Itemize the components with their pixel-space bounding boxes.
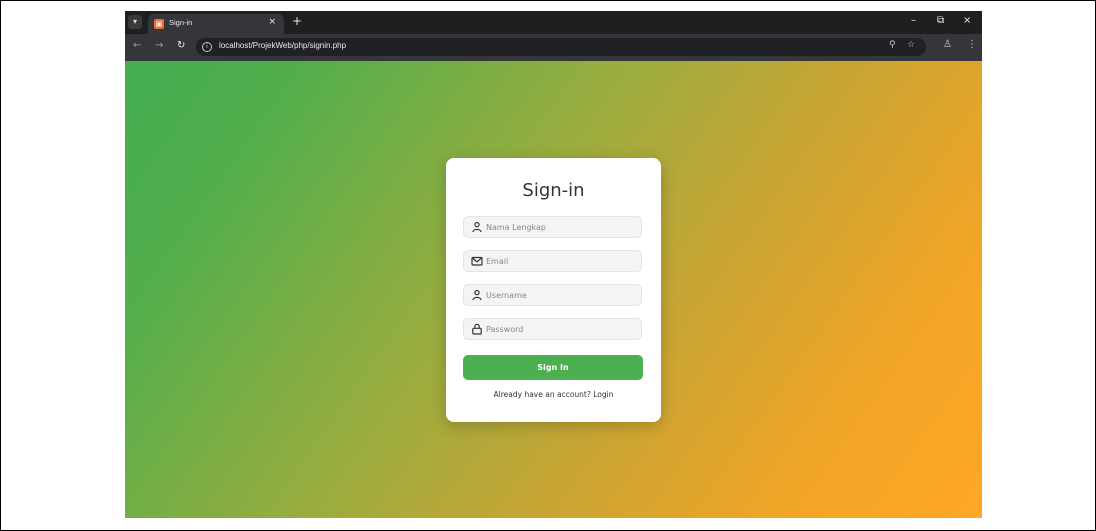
- password-input[interactable]: [486, 321, 636, 337]
- full-name-input[interactable]: [486, 219, 636, 235]
- url-text[interactable]: localhost/ProjekWeb/php/signin.php: [219, 41, 346, 50]
- page-title: Sign-in: [522, 180, 585, 201]
- signin-card: Sign-in Nama Lengkap Email Username Sign…: [446, 158, 661, 422]
- menu-icon[interactable]: ⋮: [967, 39, 977, 50]
- email-field[interactable]: [463, 250, 642, 272]
- screenshot-frame: ▾ ▣ Sign-in × + – ⧉ × ← → ↻ i localhost/…: [0, 0, 1096, 531]
- page-background: Sign-in Nama Lengkap Email Username Sign…: [125, 61, 982, 518]
- user-icon: [472, 289, 482, 301]
- close-window-icon[interactable]: ×: [963, 15, 971, 26]
- login-prompt-text: Already have an account?: [493, 390, 594, 399]
- close-icon[interactable]: ×: [268, 17, 276, 27]
- email-input[interactable]: [486, 253, 636, 269]
- browser-window: ▾ ▣ Sign-in × + – ⧉ × ← → ↻ i localhost/…: [125, 11, 982, 518]
- zoom-icon[interactable]: ⚲: [889, 40, 896, 50]
- favicon: ▣: [154, 19, 164, 29]
- sign-in-button[interactable]: Sign In: [463, 355, 643, 380]
- tab-title: Sign-in: [169, 18, 193, 27]
- user-icon: [472, 221, 482, 233]
- reload-icon[interactable]: ↻: [177, 40, 185, 51]
- password-field[interactable]: [463, 318, 642, 340]
- address-bar[interactable]: i localhost/ProjekWeb/php/signin.php ⚲ ☆: [196, 38, 926, 56]
- tab-search-icon[interactable]: ▾: [128, 15, 142, 29]
- full-name-field[interactable]: [463, 216, 642, 238]
- forward-icon[interactable]: →: [155, 40, 163, 51]
- login-prompt: Already have an account? Login: [446, 390, 661, 399]
- tab-strip: ▾ ▣ Sign-in × + – ⧉ ×: [125, 11, 982, 34]
- bookmark-star-icon[interactable]: ☆: [907, 40, 915, 50]
- browser-toolbar: ← → ↻ i localhost/ProjekWeb/php/signin.p…: [125, 34, 982, 61]
- envelope-icon: [471, 256, 483, 266]
- profile-icon[interactable]: ♙: [943, 39, 952, 50]
- username-input[interactable]: [486, 287, 636, 303]
- username-field[interactable]: [463, 284, 642, 306]
- minimize-icon[interactable]: –: [911, 15, 916, 26]
- new-tab-icon[interactable]: +: [292, 14, 302, 28]
- login-link[interactable]: Login: [593, 390, 613, 399]
- site-info-icon[interactable]: i: [202, 42, 212, 52]
- restore-icon[interactable]: ⧉: [937, 15, 944, 26]
- lock-icon: [472, 323, 482, 335]
- back-icon[interactable]: ←: [133, 40, 141, 51]
- tab-sign-in[interactable]: ▣ Sign-in ×: [148, 14, 284, 34]
